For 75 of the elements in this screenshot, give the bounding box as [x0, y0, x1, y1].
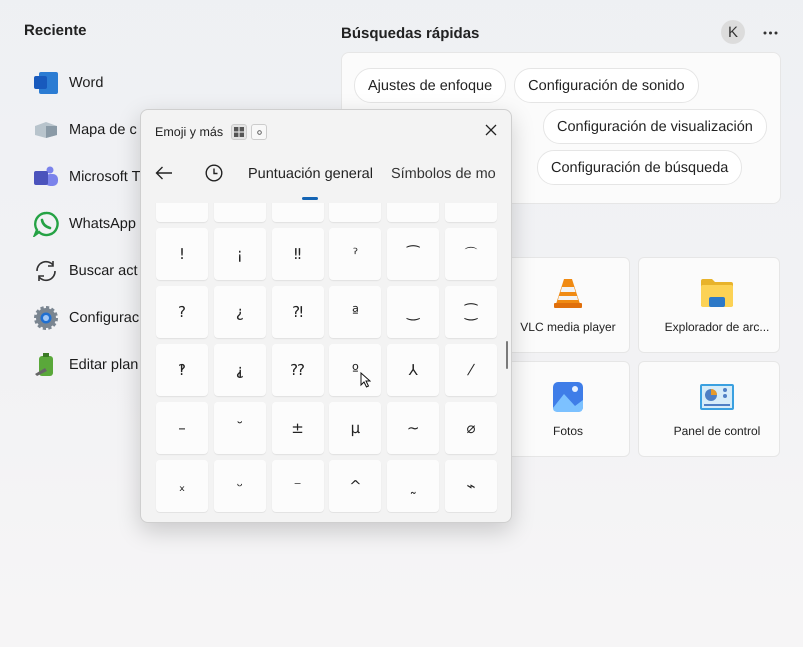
- app-name[interactable]: Word: [69, 74, 104, 90]
- symbol-key[interactable]: ⁀: [387, 228, 440, 280]
- symbol-key[interactable]: ⅄: [387, 344, 440, 396]
- symbol-key[interactable]: ⁇: [272, 344, 324, 396]
- symbol-key[interactable]: ‿: [387, 286, 440, 338]
- search-chip[interactable]: Configuración de sonido: [514, 68, 699, 103]
- symbol-key[interactable]: ˘: [214, 402, 266, 454]
- symbol-key[interactable]: ⁄: [444, 344, 497, 396]
- symbol-key[interactable]: ⁻: [272, 460, 324, 512]
- section-title: Reciente: [24, 22, 88, 39]
- category-tab[interactable]: Puntuación general: [239, 162, 382, 200]
- search-chip[interactable]: Configuración de búsqueda: [537, 150, 742, 185]
- mouse-pointer-icon: [360, 372, 371, 388]
- account-avatar[interactable]: K: [721, 20, 745, 44]
- symbol-key[interactable]: ⁈: [272, 286, 324, 338]
- people-icon: [32, 164, 58, 188]
- close-icon: [485, 124, 497, 136]
- symbol-key[interactable]: ª: [329, 286, 382, 338]
- control-panel-icon: [700, 384, 734, 410]
- symbol-key[interactable]: ⸘: [214, 344, 266, 396]
- symbol-key[interactable]: ⌒: [444, 228, 497, 280]
- symbol-key[interactable]: ¡: [214, 228, 266, 280]
- app-name[interactable]: Mapa de c: [69, 122, 137, 138]
- app-name[interactable]: Configurac: [69, 310, 140, 326]
- app-tile[interactable]: Panel de control: [638, 361, 780, 457]
- symbol-key[interactable]: ⌁: [444, 460, 497, 512]
- search-chip[interactable]: Configuración de visualización: [543, 109, 767, 144]
- scrollbar[interactable]: [506, 341, 508, 369]
- search-chip[interactable]: Ajustes de enfoque: [354, 68, 506, 103]
- app-name: VLC media player: [520, 320, 616, 334]
- grid-icon: [234, 127, 244, 137]
- symbol-key[interactable]: –: [156, 402, 208, 454]
- symbol-key[interactable]: ₓ: [156, 460, 208, 512]
- photo-icon: [553, 382, 583, 412]
- circle-icon: [256, 130, 262, 134]
- traffic-cone-icon: [553, 277, 583, 309]
- section-title: Búsquedas rápidas: [341, 24, 480, 42]
- app-tile[interactable]: Explorador de arc...: [638, 257, 780, 353]
- mode-button[interactable]: [231, 124, 248, 140]
- app-name[interactable]: Microsoft T: [69, 168, 140, 184]
- symbol-key[interactable]: ‼: [272, 228, 324, 280]
- back-button[interactable]: [155, 166, 173, 180]
- recent-button[interactable]: [205, 164, 223, 182]
- category-tab[interactable]: Símbolos de mo: [382, 162, 505, 200]
- symbol-key[interactable]: ˀ: [329, 228, 382, 280]
- app-name[interactable]: Buscar act: [69, 262, 138, 278]
- app-name[interactable]: WhatsApp: [69, 216, 136, 232]
- app-name: Panel de control: [674, 424, 760, 438]
- settings-icon: [32, 304, 58, 330]
- close-button[interactable]: [483, 122, 499, 138]
- app-name: Explorador de arc...: [664, 320, 770, 334]
- app-name[interactable]: Editar plan: [69, 356, 138, 372]
- document-icon: [32, 70, 58, 94]
- app-name: Fotos: [552, 424, 583, 438]
- back-arrow-icon: [155, 166, 173, 180]
- clock-icon: [205, 164, 223, 182]
- chat-bubble-icon: [32, 210, 58, 236]
- mode-button[interactable]: [251, 124, 268, 140]
- symbol-key[interactable]: ⁐: [444, 286, 497, 338]
- symbol-key[interactable]: ᵕ: [214, 460, 266, 512]
- folder-icon: [700, 278, 734, 308]
- symbol-key[interactable]: µ: [329, 402, 382, 454]
- symbol-key[interactable]: ∼: [387, 402, 440, 454]
- symbol-key[interactable]: ⌀: [444, 402, 497, 454]
- symbol-key[interactable]: ¿: [214, 286, 266, 338]
- symbol-key[interactable]: ^: [329, 460, 382, 512]
- symbol-key[interactable]: ˷: [387, 460, 440, 512]
- symbol-key[interactable]: ?: [156, 286, 208, 338]
- cube-icon: [32, 120, 58, 138]
- symbol-key[interactable]: ‽: [156, 344, 208, 396]
- panel-title: Emoji y más: [155, 125, 224, 139]
- symbol-key[interactable]: !: [156, 228, 208, 280]
- more-icon: [763, 31, 778, 35]
- symbol-key[interactable]: ±: [272, 402, 324, 454]
- symbol-key[interactable]: º: [329, 344, 382, 396]
